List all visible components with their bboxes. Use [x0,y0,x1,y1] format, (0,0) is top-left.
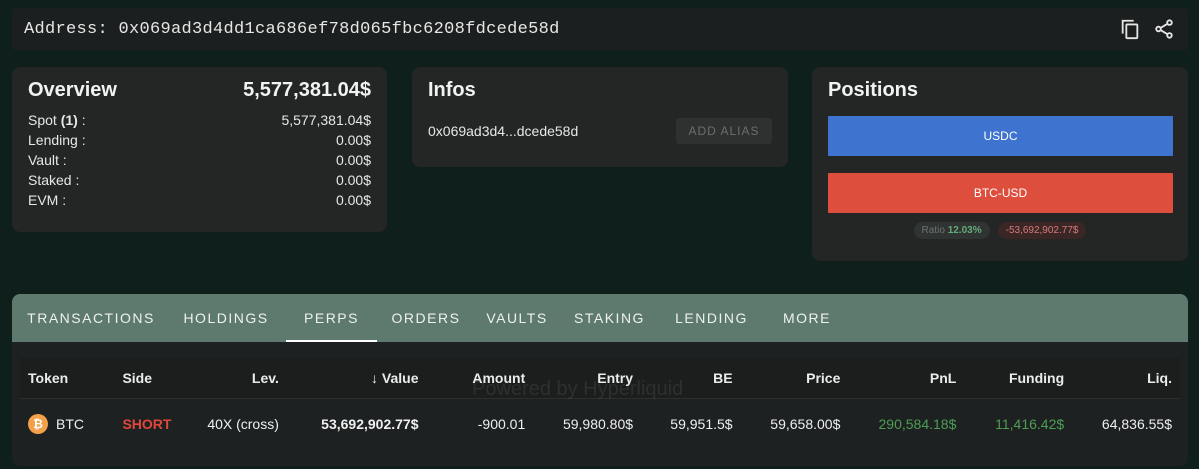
col-lev[interactable]: Lev. [188,358,287,398]
tab-bar: TRANSACTIONS HOLDINGS PERPS ORDERS VAULT… [12,294,1188,342]
col-token[interactable]: Token [20,358,115,398]
cell-liq: 64,836.55$ [1072,397,1180,450]
overview-title: Overview [28,79,117,101]
address-value: 0x069ad3d4dd1ca686ef78d065fbc6208fdcede5… [118,19,560,39]
cell-funding: 11,416.42$ [964,397,1073,450]
cell-value: 53,692,902.77$ [286,397,427,450]
position-bar-usdc[interactable]: USDC [828,116,1173,156]
overview-row-lending: Lending : 0.00$ [28,130,371,150]
overview-spot-label: Spot (1) : [28,110,86,130]
overview-row-label: Staked : [28,172,80,188]
copy-icon[interactable] [1118,17,1142,41]
col-value[interactable]: ↓ Value [286,358,427,398]
cell-pnl: 290,584.18$ [848,397,965,450]
watermark: Powered by Hyperliquid [472,378,684,400]
overview-row-staked: Staked : 0.00$ [28,170,371,190]
col-pnl[interactable]: PnL [848,358,965,398]
tab-vaults[interactable]: VAULTS [475,294,559,342]
cell-entry: 59,980.80$ [533,397,642,450]
infos-title: Infos [428,79,476,101]
tab-perps[interactable]: PERPS [286,294,377,342]
tab-holdings[interactable]: HOLDINGS [166,294,286,342]
tab-more[interactable]: MORE [763,294,851,342]
overview-row-label: Vault : [28,152,67,168]
spot-colon: : [81,112,86,128]
add-alias-button[interactable]: ADD ALIAS [676,118,772,144]
tab-lending[interactable]: LENDING [660,294,763,342]
overview-spot-value: 5,577,381.04$ [281,112,371,128]
overview-row-label: Lending : [28,132,86,148]
cell-be: 59,951.5$ [641,397,741,450]
col-funding[interactable]: Funding [964,358,1073,398]
overview-total: 5,577,381.04$ [243,79,371,101]
overview-row-spot: Spot (1) : 5,577,381.04$ [28,110,371,130]
cell-price: 59,658.00$ [740,397,849,450]
cell-token: ₿ BTC [20,397,115,450]
overview-row-value: 0.00$ [335,152,371,168]
overview-row-value: 0.00$ [335,172,371,188]
position-bar-btc-usd[interactable]: BTC-USD [828,173,1173,213]
cell-side: SHORT [114,397,189,450]
overview-row-vault: Vault : 0.00$ [28,150,371,170]
address-bar: Address: 0x069ad3d4dd1ca686ef78d065fbc62… [12,8,1188,50]
overview-row-value: 0.00$ [335,192,371,208]
perps-table: Token Side Lev. ↓ Value Amount Entry BE … [20,358,1180,450]
ratio-label: Ratio [921,225,945,236]
tab-staking[interactable]: STAKING [559,294,660,342]
bitcoin-icon: ₿ [28,414,48,435]
infos-short-address: 0x069ad3d4...dcede58d [428,123,579,139]
positions-title: Positions [828,79,919,101]
ratio-value: 12.03% [947,225,982,236]
loss-chip: -53,692,902.77$ [997,222,1087,239]
ratio-chip: Ratio 12.03% [913,222,990,239]
spot-count: (1) [60,112,78,128]
col-side[interactable]: Side [114,358,189,398]
col-value-label: Value [381,369,419,386]
share-icon[interactable] [1152,17,1176,41]
overview-row-value: 0.00$ [335,132,371,148]
cell-amount: -900.01 [426,397,534,450]
token-name: BTC [56,416,84,433]
address-text: Address: 0x069ad3d4dd1ca686ef78d065fbc62… [24,20,560,39]
overview-card: Overview 5,577,381.04$ Spot (1) : 5,577,… [12,67,387,232]
tab-transactions[interactable]: TRANSACTIONS [16,294,166,342]
infos-card: Infos 0x069ad3d4...dcede58d ADD ALIAS [412,67,788,167]
address-label: Address: [24,19,109,39]
spot-label: Spot [28,112,57,128]
arrow-down-icon: ↓ [371,369,379,386]
col-liq[interactable]: Liq. [1072,358,1180,398]
table-row[interactable]: ₿ BTC SHORT 40X (cross) 53,692,902.77$ -… [20,397,1180,450]
overview-row-evm: EVM : 0.00$ [28,190,371,210]
cell-lev: 40X (cross) [188,397,287,450]
col-price[interactable]: Price [740,358,849,398]
overview-row-label: EVM : [28,192,67,208]
positions-card: Positions USDC BTC-USD Ratio 12.03% -53,… [812,67,1188,261]
tab-orders[interactable]: ORDERS [377,294,475,342]
